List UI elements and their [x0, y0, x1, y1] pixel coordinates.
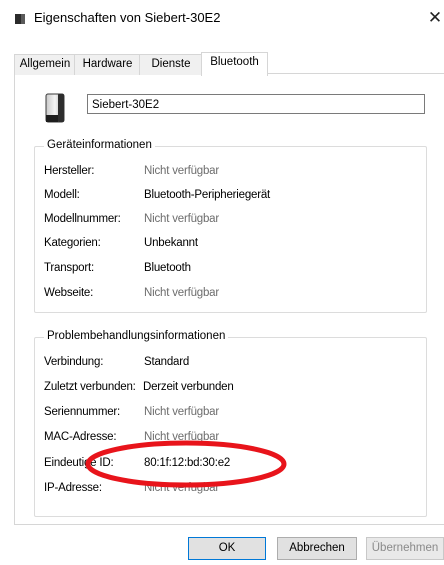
label-model: Modell: — [44, 189, 80, 201]
value-ip-address: Nicht verfügbar — [144, 482, 219, 494]
label-categories: Kategorien: — [44, 237, 101, 249]
label-serial-number: Seriennummer: — [44, 406, 121, 418]
value-model: Bluetooth-Peripheriegerät — [144, 189, 271, 201]
value-categories: Unbekannt — [144, 237, 198, 249]
label-connection: Verbindung: — [44, 356, 104, 368]
value-model-number: Nicht verfügbar — [144, 213, 219, 225]
label-manufacturer: Hersteller: — [44, 165, 95, 177]
label-website: Webseite: — [44, 287, 94, 299]
value-last-connected: Derzeit verbunden — [143, 381, 234, 393]
ok-button[interactable]: OK — [188, 537, 266, 560]
title-bar[interactable]: Eigenschaften von Siebert-30E2 ✕ — [0, 0, 444, 38]
value-mac-address: Nicht verfügbar — [144, 431, 219, 443]
close-icon[interactable]: ✕ — [426, 7, 444, 29]
troubleshooting-title: Problembehandlungsinformationen — [44, 330, 229, 342]
value-serial-number: Nicht verfügbar — [144, 406, 219, 418]
speaker-device-icon — [45, 93, 65, 123]
label-transport: Transport: — [44, 262, 94, 274]
label-ip-address: IP-Adresse: — [44, 482, 102, 494]
label-model-number: Modellnummer: — [44, 213, 121, 225]
device-name-field[interactable]: Siebert-30E2 — [87, 94, 425, 114]
tab-bluetooth[interactable]: Bluetooth — [201, 52, 268, 76]
value-website: Nicht verfügbar — [144, 287, 219, 299]
properties-dialog: Eigenschaften von Siebert-30E2 ✕ Allgeme… — [0, 0, 444, 565]
device-info-title: Geräteinformationen — [44, 139, 155, 151]
value-transport: Bluetooth — [144, 262, 191, 274]
label-mac-address: MAC-Adresse: — [44, 431, 117, 443]
value-unique-id: 80:1f:12:bd:30:e2 — [144, 457, 231, 469]
tab-dienste[interactable]: Dienste — [139, 54, 203, 75]
label-last-connected: Zuletzt verbunden: — [44, 381, 136, 393]
tab-allgemein[interactable]: Allgemein — [14, 54, 76, 75]
label-unique-id: Eindeutige ID: — [44, 457, 114, 469]
window-title: Eigenschaften von Siebert-30E2 — [34, 10, 221, 25]
tab-hardware[interactable]: Hardware — [74, 54, 141, 75]
value-manufacturer: Nicht verfügbar — [144, 165, 219, 177]
cancel-button[interactable]: Abbrechen — [277, 537, 357, 560]
device-title-icon — [15, 14, 25, 24]
apply-button[interactable]: Übernehmen — [366, 537, 444, 560]
value-connection: Standard — [144, 356, 190, 368]
